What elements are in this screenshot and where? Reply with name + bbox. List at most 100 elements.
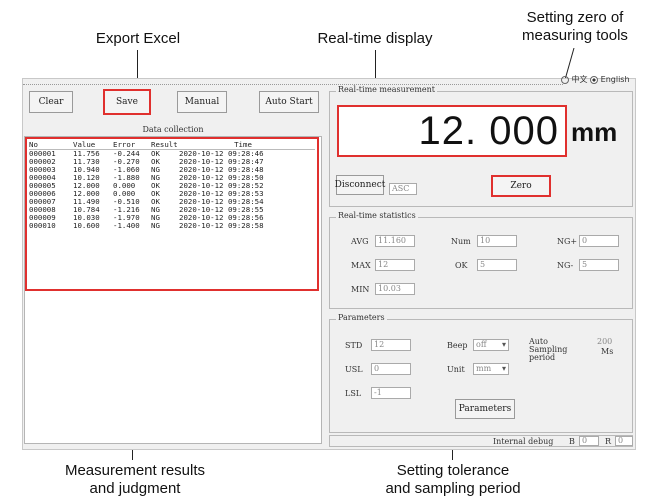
realtime-value: 12. 000 [418, 109, 559, 153]
usl-field[interactable]: 0 [371, 363, 411, 375]
lsl-field[interactable]: -1 [371, 387, 411, 399]
column-header[interactable]: Error [113, 141, 151, 149]
table-row[interactable]: 000008 10.784 -1.216 NG 2020-10-12 09:28:55 [29, 206, 315, 214]
table-cell: 000003 [29, 166, 56, 174]
table-cell: 10.030 [73, 214, 100, 222]
table-cell: 10.120 [73, 174, 100, 182]
radio-chinese-icon[interactable] [561, 75, 569, 84]
table-cell: OK [151, 198, 160, 206]
std-label: STD [345, 341, 363, 350]
annotation-measurement-results: Measurement results and judgment [64, 462, 206, 497]
table-cell: 11.730 [73, 158, 100, 166]
table-cell: 000001 [29, 150, 56, 158]
table-row[interactable]: 000006 12.000 0.000 OK 2020-10-12 09:28:53 [29, 190, 315, 198]
num-field: 10 [477, 235, 517, 247]
column-header[interactable]: No [29, 141, 73, 149]
top-dotted-bar [23, 79, 563, 85]
table-row[interactable]: 000007 11.490 -0.510 OK 2020-10-12 09:28:54 [29, 198, 315, 206]
debug-label: Internal debug [493, 437, 554, 446]
debug-b-field[interactable]: 0 [579, 436, 599, 446]
table-cell: 2020-10-12 09:28:54 [179, 198, 264, 206]
table-cell: 10.784 [73, 206, 100, 214]
disconnect-button[interactable]: Disconnect [335, 175, 385, 195]
table-cell: 2020-10-12 09:28:55 [179, 206, 264, 214]
table-cell: 2020-10-12 09:28:46 [179, 150, 264, 158]
table-cell: 000004 [29, 174, 56, 182]
language-switch: 中文 English [561, 74, 641, 86]
table-cell: -1.216 [113, 206, 140, 214]
table-cell: 10.940 [73, 166, 100, 174]
table-row[interactable]: 000002 11.730 -0.270 OK 2020-10-12 09:28:47 [29, 158, 315, 166]
avg-label: AVG [351, 237, 369, 246]
debug-b-label: B [569, 437, 575, 446]
table-row[interactable]: 000010 10.600 -1.400 NG 2020-10-12 09:28:58 [29, 222, 315, 230]
table-row[interactable]: 000003 10.940 -1.060 NG 2020-10-12 09:28:48 [29, 166, 315, 174]
table-cell: 11.490 [73, 198, 100, 206]
table-cell: 2020-10-12 09:28:52 [179, 182, 264, 190]
table-cell: 000008 [29, 206, 56, 214]
table-cell: NG [151, 222, 160, 230]
annotation-realtime-display: Real-time display [317, 30, 433, 47]
table-cell: -1.060 [113, 166, 140, 174]
realtime-group-title: Real-time measurement [336, 85, 438, 94]
beep-select[interactable]: off [473, 339, 509, 351]
connection-status-field: ASC [389, 183, 417, 195]
table-cell: 10.600 [73, 222, 100, 230]
max-label: MAX [351, 261, 371, 270]
table-cell: 12.000 [73, 182, 100, 190]
language-chinese-label[interactable]: 中文 [572, 75, 588, 84]
table-cell: 000002 [29, 158, 56, 166]
std-field[interactable]: 12 [371, 339, 411, 351]
period-label: period [529, 353, 556, 362]
min-label: MIN [351, 285, 370, 294]
parameters-button[interactable]: Parameters [455, 399, 515, 419]
table-cell: -1.400 [113, 222, 140, 230]
table-cell: -0.270 [113, 158, 140, 166]
table-row[interactable]: 000001 11.756 -0.244 OK 2020-10-12 09:28:46 [29, 150, 315, 158]
manual-button[interactable]: Manual [177, 91, 227, 113]
usl-label: USL [345, 365, 363, 374]
realtime-unit: mm [571, 117, 618, 147]
table-row[interactable]: 000009 10.030 -1.970 NG 2020-10-12 09:28:56 [29, 214, 315, 222]
clear-button[interactable]: Clear [29, 91, 73, 113]
column-header[interactable]: Time [179, 141, 307, 149]
table-cell: 0.000 [113, 182, 136, 190]
save-button[interactable]: Save [103, 89, 151, 115]
unit-label: Unit [447, 365, 465, 374]
data-collection-title: Data collection [142, 125, 204, 134]
column-header[interactable]: Result [151, 141, 179, 149]
beep-label: Beep [447, 341, 468, 350]
table-row[interactable]: 000004 10.120 -1.880 NG 2020-10-12 09:28:50 [29, 174, 315, 182]
column-header[interactable]: Value [73, 141, 113, 149]
num-label: Num [451, 237, 471, 246]
ng-plus-field: 0 [579, 235, 619, 247]
table-body: 000001 11.756 -0.244 OK 2020-10-12 09:28:46 0… [29, 150, 315, 230]
ms-label: Ms [601, 347, 614, 356]
debug-r-field[interactable]: 0 [615, 436, 633, 446]
ng-minus-label: NG- [557, 261, 574, 270]
annotation-setting-zero: Setting zero of measuring tools [522, 9, 628, 44]
table-cell: OK [151, 150, 160, 158]
table-cell: OK [151, 182, 160, 190]
language-english-label[interactable]: English [601, 75, 630, 84]
table-row[interactable]: 000005 12.000 0.000 OK 2020-10-12 09:28:52 [29, 182, 315, 190]
table-cell: OK [151, 158, 160, 166]
table-header-row: No Value Error Result Time [29, 141, 315, 150]
table-cell: 0.000 [113, 190, 136, 198]
radio-english-icon[interactable] [590, 75, 599, 84]
table-cell: -1.970 [113, 214, 140, 222]
data-table-content: No Value Error Result Time 000001 11.756 -… [29, 141, 315, 230]
table-cell: -0.510 [113, 198, 140, 206]
zero-button[interactable]: Zero [491, 175, 551, 197]
table-cell: NG [151, 214, 160, 222]
avg-field: 11.160 [375, 235, 415, 247]
table-cell: 11.756 [73, 150, 100, 158]
auto-start-button[interactable]: Auto Start [259, 91, 319, 113]
unit-select[interactable]: mm [473, 363, 509, 375]
debug-r-label: R [605, 437, 612, 446]
table-cell: 000006 [29, 190, 56, 198]
statistics-group-title: Real-time statistics [336, 211, 418, 220]
auto-period-value[interactable]: 200 [597, 337, 612, 346]
table-cell: 2020-10-12 09:28:50 [179, 174, 264, 182]
table-cell: 000010 [29, 222, 56, 230]
